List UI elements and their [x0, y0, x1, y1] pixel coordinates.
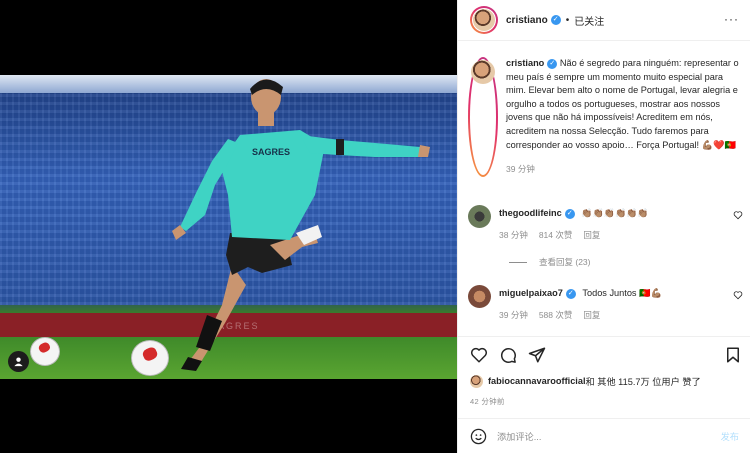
comment-likes[interactable]: 814 次赞: [539, 229, 573, 241]
smiley-icon[interactable]: [470, 428, 487, 445]
separator-dot: •: [565, 14, 570, 26]
liker-avatar[interactable]: [470, 374, 483, 388]
comment-username[interactable]: thegoodlifeinc: [499, 208, 562, 218]
football-secondary: [30, 337, 60, 366]
verified-badge-icon: ✓: [550, 15, 561, 25]
avatar: [471, 60, 495, 84]
follow-status-button[interactable]: 已关注: [574, 13, 604, 28]
comment-text: 👏🏽👏🏽👏🏽👏🏽👏🏽👏🏽: [581, 208, 649, 218]
replies-divider: [509, 261, 527, 263]
comment-item: miguelpaixao7 ✓ Todos Juntos 🇵🇹💪🏽 39 分钟 5…: [468, 285, 743, 321]
author-username[interactable]: cristiano: [506, 15, 548, 26]
add-comment-input[interactable]: 添加评论...: [497, 429, 721, 443]
bookmark-icon[interactable]: [724, 346, 742, 364]
caption-username[interactable]: cristiano: [506, 58, 544, 68]
post-comment-button[interactable]: 发布: [721, 429, 739, 443]
comment-time: 39 分钟: [499, 310, 528, 320]
post-header: cristiano ✓ • 已关注 ···: [458, 0, 750, 41]
comment-icon[interactable]: [499, 346, 517, 364]
verified-badge-icon: ✓: [565, 288, 576, 299]
comment-body: thegoodlifeinc ✓ 👏🏽👏🏽👏🏽👏🏽👏🏽👏🏽 38 分钟 814 次…: [499, 205, 743, 241]
comment-time: 38 分钟: [499, 230, 528, 240]
post-action-bar: [458, 336, 750, 370]
user-tag-icon[interactable]: [8, 351, 29, 372]
player-figure: SAGRES: [172, 79, 430, 371]
author-avatar-ring[interactable]: [470, 6, 498, 34]
comment-meta: 39 分钟 588 次赞 回复: [499, 309, 743, 321]
liker-username[interactable]: fabiocannavaroofficial: [488, 376, 586, 386]
comment-likes[interactable]: 588 次赞: [539, 309, 573, 321]
comment-username[interactable]: miguelpaixao7: [499, 288, 563, 298]
paper-plane-icon[interactable]: [528, 346, 546, 364]
caption-body: cristiano ✓ Não é segredo para ninguém: r…: [506, 57, 742, 177]
football-main: [131, 340, 169, 376]
commenter-avatar[interactable]: [468, 205, 491, 228]
verified-badge-icon: ✓: [564, 208, 575, 219]
caption-timestamp: 39 分钟: [506, 164, 535, 175]
post-photo[interactable]: SAGRES SAGRES: [0, 75, 457, 379]
verified-badge-icon: ✓: [547, 58, 558, 69]
caption-avatar-ring[interactable]: [468, 57, 498, 177]
comment-reply-button[interactable]: 回复: [583, 309, 600, 321]
comment-like-heart-icon[interactable]: [733, 210, 743, 220]
instagram-post-modal: SAGRES SAGRES cristiano ✓ • 已关注 ··· cris…: [0, 0, 750, 453]
heart-icon[interactable]: [470, 346, 488, 364]
comment-item: thegoodlifeinc ✓ 👏🏽👏🏽👏🏽👏🏽👏🏽👏🏽 38 分钟 814 次…: [468, 205, 743, 241]
post-timestamp: 42 分钟前: [470, 397, 505, 406]
add-comment-bar: 添加评论... 发布: [458, 418, 750, 453]
comment-body: miguelpaixao7 ✓ Todos Juntos 🇵🇹💪🏽 39 分钟 5…: [499, 285, 743, 321]
likes-count-text[interactable]: 和 其他 115.7万 位用户 赞了: [586, 374, 701, 388]
post-caption: cristiano ✓ Não é segredo para ninguém: r…: [468, 57, 743, 177]
media-area: SAGRES SAGRES: [0, 0, 457, 453]
comment-like-heart-icon[interactable]: [733, 290, 743, 300]
post-side-panel: cristiano ✓ • 已关注 ··· cristiano ✓ Não é s…: [457, 0, 750, 453]
likes-summary: fabiocannavaroofficial 和 其他 115.7万 位用户 赞…: [470, 374, 701, 388]
comment-meta: 38 分钟 814 次赞 回复: [499, 229, 743, 241]
jersey-sponsor: SAGRES: [252, 147, 290, 157]
view-replies-button[interactable]: 查看回复 (23): [509, 256, 590, 268]
caption-text: Não é segredo para ninguém: representar …: [506, 58, 739, 150]
more-options-icon[interactable]: ···: [724, 12, 739, 26]
avatar: [473, 9, 495, 31]
commenter-avatar[interactable]: [468, 285, 491, 308]
comment-text: Todos Juntos 🇵🇹💪🏽: [582, 288, 662, 298]
view-replies-label[interactable]: 查看回复 (23): [539, 256, 590, 268]
comment-reply-button[interactable]: 回复: [583, 229, 600, 241]
